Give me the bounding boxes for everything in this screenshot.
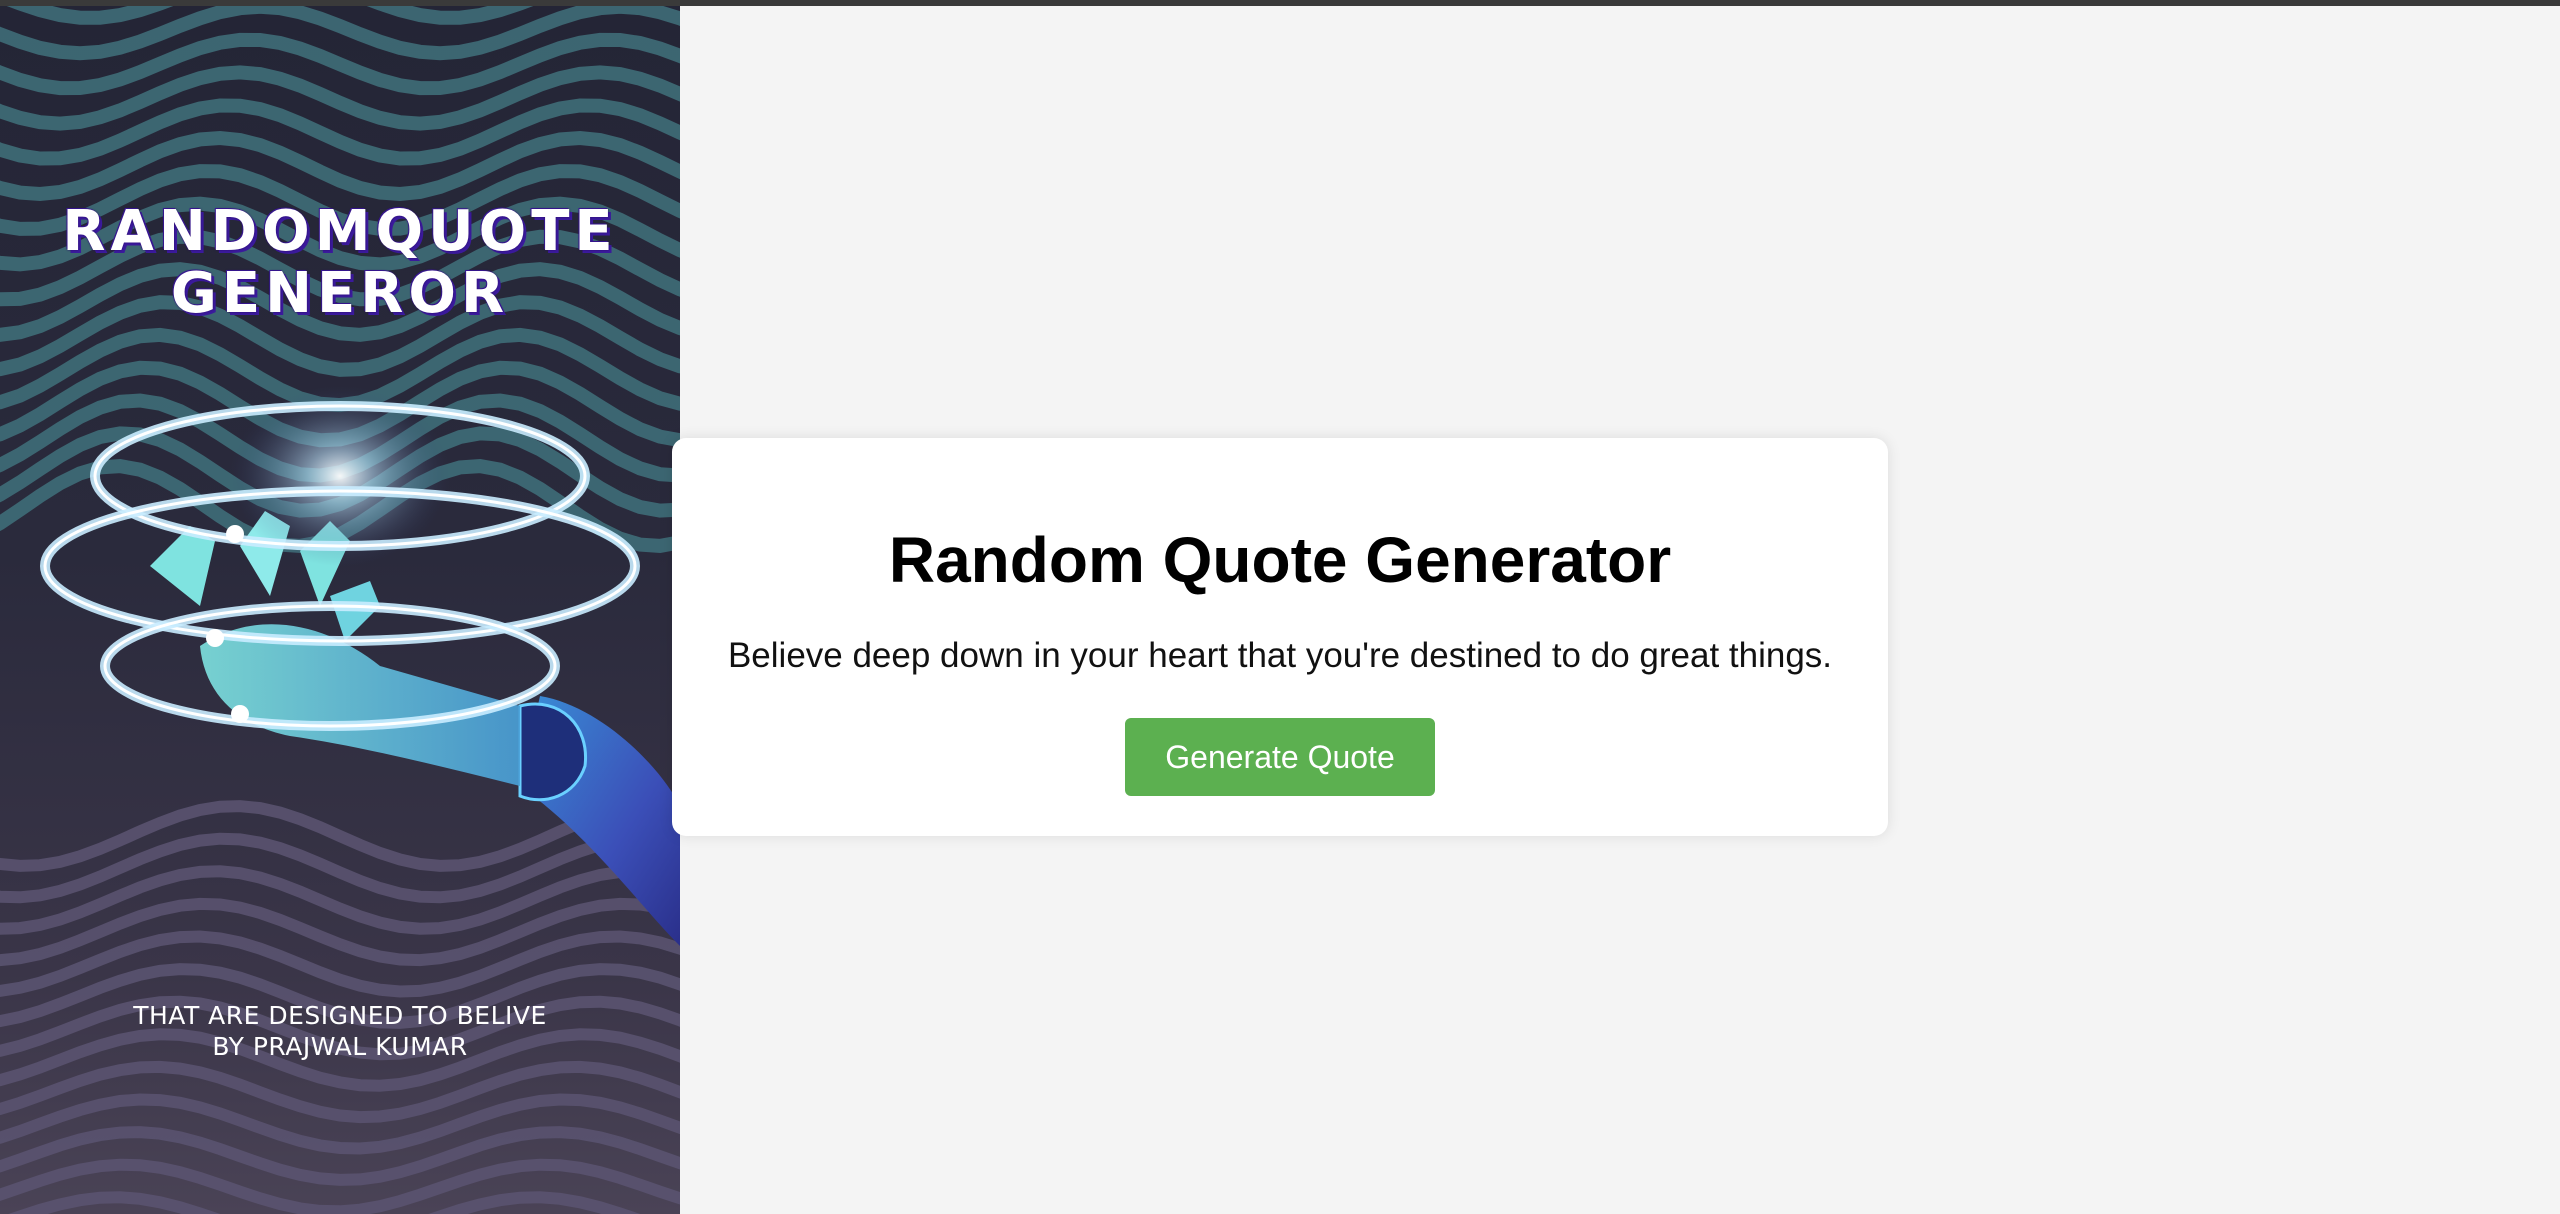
poster-title: RANDOMQUOTE GENEROR — [0, 201, 680, 325]
poster-title-line2: GENEROR — [170, 261, 510, 326]
poster-image: RANDOMQUOTE GENEROR THAT ARE DESIGNED TO… — [0, 6, 680, 1214]
page-title: Random Quote Generator — [888, 524, 1672, 596]
poster-title-line1: RANDOMQUOTE — [62, 199, 618, 264]
quote-card: Random Quote Generator Believe deep down… — [672, 438, 1888, 836]
poster-subtitle: THAT ARE DESIGNED TO BELIVE BY PRAJWAL K… — [0, 1000, 680, 1062]
generate-quote-button[interactable]: Generate Quote — [1125, 718, 1435, 796]
quote-text: Believe deep down in your heart that you… — [727, 636, 1833, 675]
poster-subtitle-line1: THAT ARE DESIGNED TO BELIVE — [133, 1001, 547, 1030]
background-wave-line — [0, 1093, 680, 1155]
poster-subtitle-line2: BY PRAJWAL KUMAR — [212, 1032, 468, 1061]
